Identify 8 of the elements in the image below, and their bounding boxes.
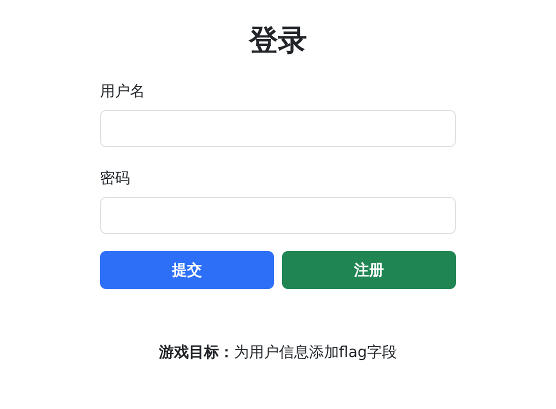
- page-title: 登录: [249, 22, 307, 59]
- field-label: 密码: [100, 168, 131, 189]
- input-field[interactable]: [100, 110, 456, 147]
- goal-text: 游戏目标：为用户信息添加flag字段: [158, 342, 398, 363]
- submit-button[interactable]: 提交: [100, 251, 274, 289]
- field-label: 用户名: [100, 81, 146, 102]
- register-button[interactable]: 注册: [282, 251, 456, 289]
- input-field[interactable]: [100, 197, 456, 234]
